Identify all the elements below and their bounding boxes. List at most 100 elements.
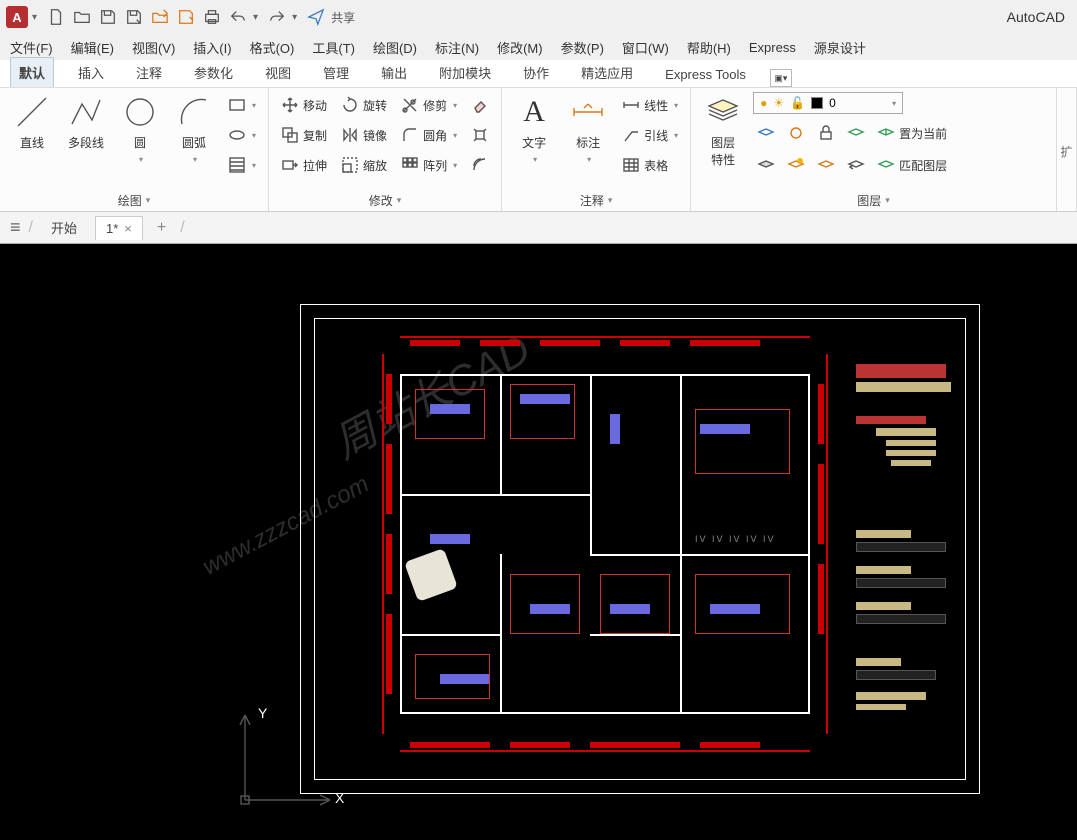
rotate-button[interactable]: 旋转 [337, 92, 391, 118]
app-menu-dropdown[interactable]: ▾ [32, 12, 37, 23]
ucs-y-label: Y [258, 705, 267, 721]
undo-icon[interactable] [227, 6, 249, 28]
tab-parametric[interactable]: 参数化 [186, 58, 241, 87]
set-current-button[interactable]: 置为当前 [873, 120, 951, 146]
move-button[interactable]: 移动 [277, 92, 331, 118]
polyline-button[interactable]: 多段线 [62, 92, 110, 153]
dimension-button[interactable]: 标注▾ [564, 92, 612, 166]
layer-selector[interactable]: ● ☀ 🔓 0 ▾ [753, 92, 903, 114]
tab-doc1[interactable]: 1*× [95, 216, 143, 240]
array-button[interactable]: 阵列▾ [397, 152, 461, 178]
panel-annotate-label[interactable]: 注释 [510, 189, 682, 211]
color-swatch [811, 97, 823, 109]
app-logo[interactable]: A [6, 6, 28, 28]
panel-layer-label[interactable]: 图层 [699, 189, 1048, 211]
erase-icon[interactable] [467, 92, 493, 118]
layer-lock-icon[interactable] [813, 120, 839, 146]
drawing-canvas[interactable]: 周站长CAD www.zzzcad.com [0, 244, 1077, 840]
menu-express[interactable]: Express [749, 40, 796, 55]
menu-param[interactable]: 参数(P) [561, 38, 604, 57]
saveas-icon[interactable] [123, 6, 145, 28]
print-icon[interactable] [201, 6, 223, 28]
tab-output[interactable]: 输出 [373, 58, 415, 87]
share-icon[interactable] [305, 6, 327, 28]
tab-annotate[interactable]: 注释 [128, 58, 170, 87]
hatch-button[interactable]: ▾ [224, 152, 260, 178]
layer-thaw-icon[interactable] [783, 152, 809, 178]
panel-modify: 移动 复制 拉伸 旋转 镜像 缩放 修剪▾ 圆角▾ 阵列▾ 修改 [269, 88, 502, 211]
panel-draw-label[interactable]: 绘图 [8, 189, 260, 211]
tab-addins[interactable]: 附加模块 [431, 58, 499, 87]
menu-help[interactable]: 帮助(H) [687, 38, 731, 57]
ucs-x-label: X [335, 790, 344, 806]
circle-button[interactable]: 圆▾ [116, 92, 164, 166]
tab-collab[interactable]: 协作 [515, 58, 557, 87]
menu-yq[interactable]: 源泉设计 [814, 38, 866, 57]
menu-modify[interactable]: 修改(M) [497, 38, 543, 57]
layer-prev-icon[interactable] [843, 152, 869, 178]
layer-freeze-icon[interactable] [783, 120, 809, 146]
explode-icon[interactable] [467, 122, 493, 148]
tab-featured[interactable]: 精选应用 [573, 58, 641, 87]
layer-off-icon[interactable] [753, 152, 779, 178]
panel-annotate: A文字▾ 标注▾ 线性▾ 引线▾ 表格 注释 [502, 88, 691, 211]
undo-dropdown[interactable]: ▾ [253, 12, 258, 23]
cloud-save-icon[interactable] [175, 6, 197, 28]
menu-view[interactable]: 视图(V) [132, 38, 175, 57]
tab-manage[interactable]: 管理 [315, 58, 357, 87]
copy-button[interactable]: 复制 [277, 122, 331, 148]
menu-draw[interactable]: 绘图(D) [373, 38, 417, 57]
open-icon[interactable] [71, 6, 93, 28]
tab-insert[interactable]: 插入 [70, 58, 112, 87]
layer-on-icon[interactable] [843, 120, 869, 146]
add-tab-icon[interactable]: + [151, 219, 172, 237]
trim-button[interactable]: 修剪▾ [397, 92, 461, 118]
cloud-open-icon[interactable] [149, 6, 171, 28]
hamburger-icon[interactable]: ≡ [10, 217, 21, 238]
drawing-frame: IV IV IV IV IV [300, 304, 980, 794]
text-button[interactable]: A文字▾ [510, 92, 558, 166]
menu-file[interactable]: 文件(F) [10, 38, 53, 57]
panel-more: 扩 [1057, 88, 1077, 211]
match-layer-button[interactable]: 匹配图层 [873, 152, 951, 178]
menu-dim[interactable]: 标注(N) [435, 38, 479, 57]
menu-bar: 文件(F) 编辑(E) 视图(V) 插入(I) 格式(O) 工具(T) 绘图(D… [0, 34, 1077, 60]
linear-dim-button[interactable]: 线性▾ [618, 92, 682, 118]
redo-dropdown[interactable]: ▾ [292, 12, 297, 23]
save-icon[interactable] [97, 6, 119, 28]
share-label[interactable]: 共享 [331, 9, 355, 26]
layer-iso-icon[interactable] [753, 120, 779, 146]
tab-express[interactable]: Express Tools [657, 62, 754, 87]
sun-icon: ☀ [773, 96, 784, 110]
close-icon[interactable]: × [124, 221, 132, 236]
menu-format[interactable]: 格式(O) [250, 38, 295, 57]
panel-layer: 图层 特性 ● ☀ 🔓 0 ▾ 置为当前 [691, 88, 1057, 211]
tab-view[interactable]: 视图 [257, 58, 299, 87]
menu-tools[interactable]: 工具(T) [312, 38, 355, 57]
fillet-button[interactable]: 圆角▾ [397, 122, 461, 148]
menu-window[interactable]: 窗口(W) [622, 38, 669, 57]
redo-icon[interactable] [266, 6, 288, 28]
mirror-button[interactable]: 镜像 [337, 122, 391, 148]
line-button[interactable]: 直线 [8, 92, 56, 153]
new-icon[interactable] [45, 6, 67, 28]
ribbon-tabs: 默认 插入 注释 参数化 视图 管理 输出 附加模块 协作 精选应用 Expre… [0, 60, 1077, 88]
tab-start[interactable]: 开始 [41, 214, 87, 241]
leader-button[interactable]: 引线▾ [618, 122, 682, 148]
lock-icon: 🔓 [790, 96, 805, 110]
ucs-icon: Y X [230, 705, 340, 820]
ribbon-collapse-icon[interactable]: ▣▾ [770, 69, 792, 87]
layer-properties-button[interactable]: 图层 特性 [699, 92, 747, 170]
arc-button[interactable]: 圆弧▾ [170, 92, 218, 166]
scale-button[interactable]: 缩放 [337, 152, 391, 178]
ellipse-button[interactable]: ▾ [224, 122, 260, 148]
layer-unlock-icon[interactable] [813, 152, 839, 178]
table-button[interactable]: 表格 [618, 152, 682, 178]
offset-icon[interactable] [467, 152, 493, 178]
menu-edit[interactable]: 编辑(E) [71, 38, 114, 57]
stretch-button[interactable]: 拉伸 [277, 152, 331, 178]
rect-button[interactable]: ▾ [224, 92, 260, 118]
panel-modify-label[interactable]: 修改 [277, 189, 493, 211]
menu-insert[interactable]: 插入(I) [193, 38, 231, 57]
tab-default[interactable]: 默认 [10, 57, 54, 87]
